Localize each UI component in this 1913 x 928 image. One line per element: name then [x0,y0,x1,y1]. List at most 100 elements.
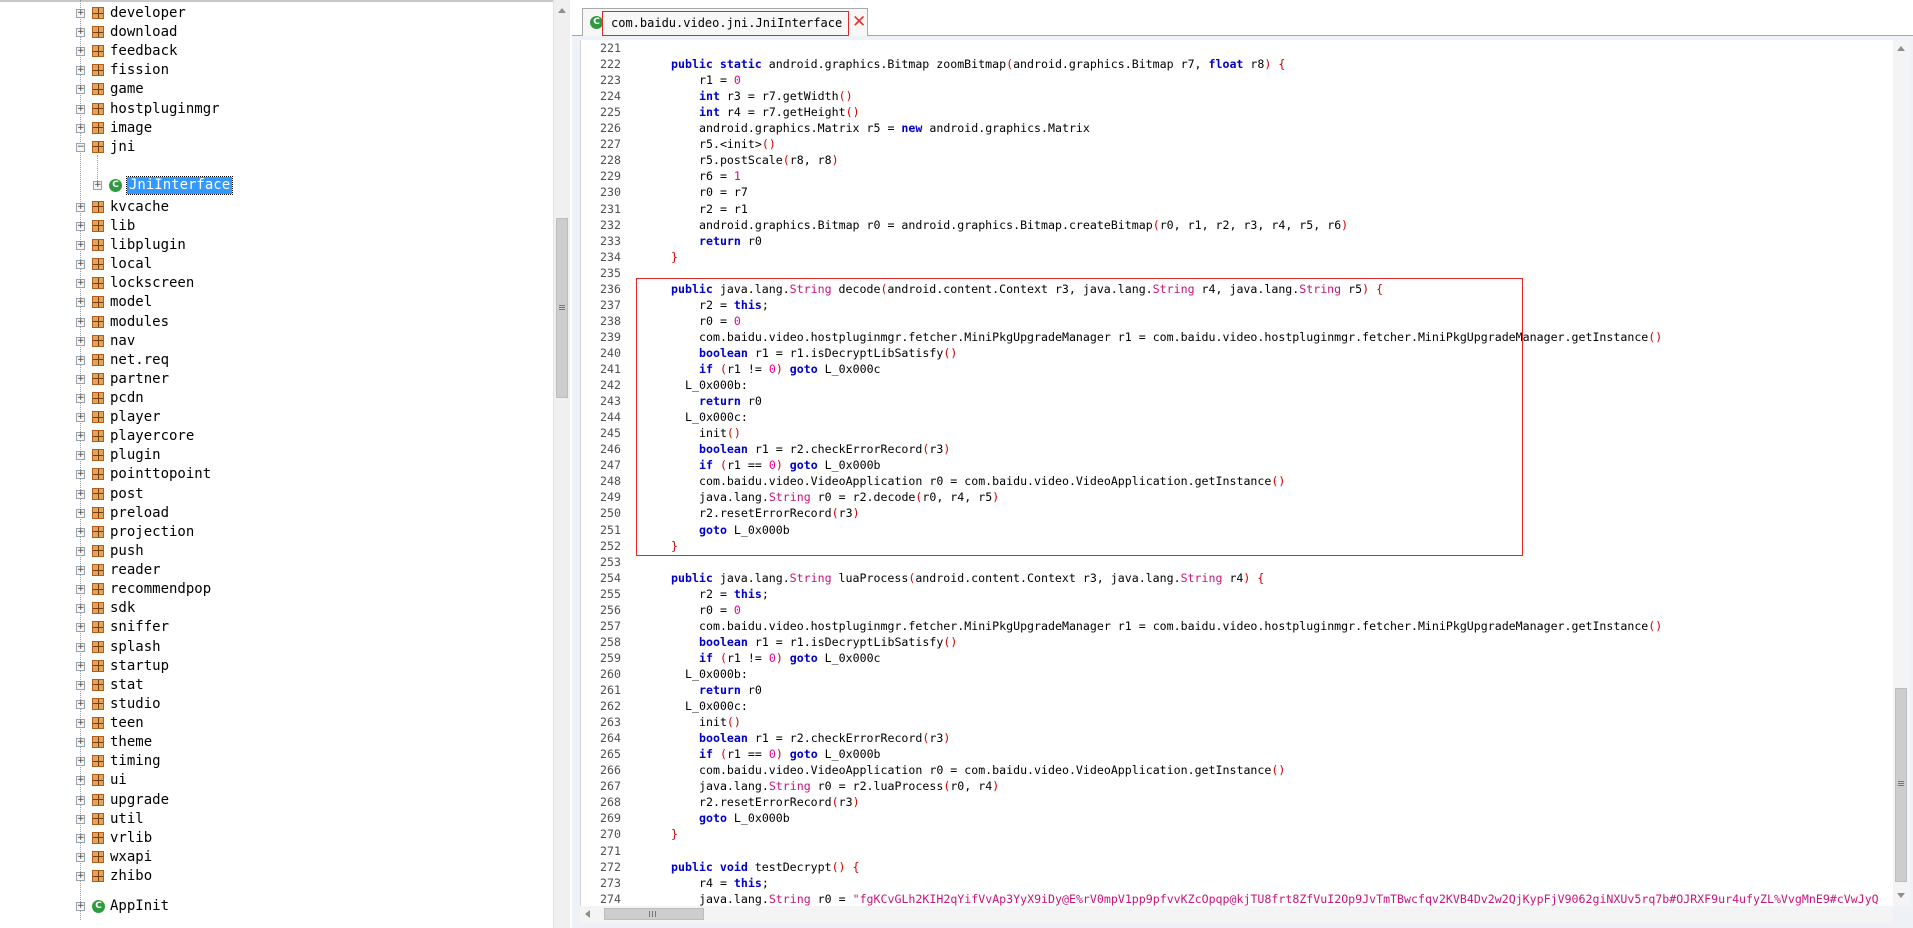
expand-icon[interactable]: + [76,374,85,384]
collapse-icon[interactable]: − [76,142,85,152]
scroll-down-arrow-icon[interactable] [1897,893,1905,898]
expand-icon[interactable]: + [76,833,85,843]
tree-package-item[interactable]: + push [0,542,552,561]
expand-icon[interactable]: + [76,795,85,805]
tree-package-item[interactable]: + hostpluginmgr [0,100,552,119]
tree-package-item[interactable]: + stat [0,676,552,695]
expand-icon[interactable]: + [76,680,85,690]
expand-icon[interactable]: + [76,489,85,499]
package-tree[interactable]: + developer + download + feedback + fission + gam… [0,0,552,928]
expand-icon[interactable]: + [76,872,85,881]
expand-icon[interactable]: + [76,661,85,671]
tree-package-item[interactable]: + plugin [0,446,552,465]
tree-package-item[interactable]: + zhibo [0,867,552,886]
expand-icon[interactable]: + [76,451,85,461]
expand-icon[interactable]: + [76,241,85,251]
expand-icon[interactable]: + [76,852,85,862]
code-vscroll-thumb[interactable] [1895,688,1907,882]
tree-package-item[interactable]: + pcdn [0,389,552,408]
tree-class-item[interactable]: + C JniInterface [0,176,552,195]
expand-icon[interactable]: + [76,221,85,231]
tree-package-item[interactable]: + ui [0,771,552,790]
tree-package-item[interactable]: + lib [0,217,552,236]
tree-class-item[interactable]: + C AppInit [0,897,552,916]
tree-package-item[interactable]: + post [0,485,552,504]
tree-package-item[interactable]: + kvcache [0,198,552,217]
expand-icon[interactable]: + [76,719,85,729]
code-view[interactable]: 221 222 public static android.graphics.Bit… [580,40,1893,906]
expand-icon[interactable]: + [76,432,85,442]
tree-package-item[interactable]: + fission [0,61,552,80]
tree-package-item[interactable]: + studio [0,695,552,714]
tree-package-item[interactable]: + partner [0,370,552,389]
tree-package-item[interactable]: + teen [0,714,552,733]
expand-icon[interactable]: + [76,470,85,480]
tree-package-item[interactable]: + player [0,408,552,427]
tree-package-item[interactable]: + local [0,255,552,274]
expand-icon[interactable]: + [76,902,85,911]
tree-package-item[interactable]: + lockscreen [0,274,552,293]
expand-icon[interactable]: + [76,9,85,18]
expand-icon[interactable]: + [76,260,85,270]
tree-package-item[interactable]: + model [0,293,552,312]
tree-scroll-thumb[interactable] [556,218,568,398]
scroll-up-arrow-icon[interactable] [558,8,566,13]
tree-package-item[interactable]: + feedback [0,42,552,61]
tab-jni-interface[interactable]: C com.baidu.video.jni.JniInterface ✕ [582,8,868,36]
tree-package-item[interactable]: + image [0,119,552,138]
tree-package-item[interactable]: + splash [0,638,552,657]
expand-icon[interactable]: + [76,699,85,709]
expand-icon[interactable]: + [76,123,85,133]
code-hscroll-thumb[interactable] [604,908,704,920]
expand-icon[interactable]: + [76,104,85,114]
expand-icon[interactable]: + [76,738,85,748]
tree-package-item[interactable]: + modules [0,313,552,332]
close-tab-icon[interactable]: ✕ [852,12,866,32]
tree-vertical-scrollbar[interactable] [553,0,570,928]
expand-icon[interactable]: + [76,585,85,595]
expand-icon[interactable]: + [76,355,85,365]
tree-package-item[interactable]: + util [0,810,552,829]
tree-package-item[interactable]: + pointtopoint [0,465,552,484]
expand-icon[interactable]: + [76,28,85,38]
expand-icon[interactable]: + [93,181,102,190]
expand-icon[interactable]: + [76,623,85,633]
tree-package-item[interactable]: + game [0,80,552,99]
expand-icon[interactable]: + [76,527,85,537]
expand-icon[interactable]: + [76,642,85,652]
expand-icon[interactable]: + [76,279,85,289]
tree-package-item[interactable]: + net.req [0,351,552,370]
expand-icon[interactable]: + [76,202,85,212]
expand-icon[interactable]: + [76,394,85,403]
expand-icon[interactable]: + [76,66,85,76]
scroll-up-arrow-icon[interactable] [1897,46,1905,51]
tree-package-item[interactable]: + playercore [0,427,552,446]
expand-icon[interactable]: + [76,85,85,95]
tree-package-item[interactable]: + nav [0,332,552,351]
expand-icon[interactable]: + [76,814,85,824]
tree-package-item[interactable]: + reader [0,561,552,580]
tree-package-item[interactable]: + developer [0,4,552,23]
tree-package-item[interactable]: + timing [0,752,552,771]
expand-icon[interactable]: + [76,413,85,423]
tree-package-item[interactable]: − jni [0,138,552,157]
tree-package-item[interactable]: + vrlib [0,829,552,848]
expand-icon[interactable]: + [76,566,85,576]
expand-icon[interactable]: + [76,604,85,614]
code-horizontal-scrollbar[interactable] [580,906,1893,923]
expand-icon[interactable]: + [76,298,85,308]
code-vertical-scrollbar[interactable] [1893,40,1910,906]
tree-package-item[interactable]: + sdk [0,599,552,618]
tree-package-item[interactable]: + preload [0,504,552,523]
expand-icon[interactable]: + [76,317,85,327]
tree-package-item[interactable]: + libplugin [0,236,552,255]
expand-icon[interactable]: + [76,508,85,518]
tree-package-item[interactable]: + wxapi [0,848,552,867]
tab-title[interactable]: com.baidu.video.jni.JniInterface [602,11,849,36]
tree-package-item[interactable]: + startup [0,657,552,676]
tree-package-item[interactable]: + recommendpop [0,580,552,599]
tree-package-item[interactable]: + projection [0,523,552,542]
tree-package-item[interactable]: + upgrade [0,791,552,810]
expand-icon[interactable]: + [76,757,85,767]
tree-package-item[interactable]: + download [0,23,552,42]
